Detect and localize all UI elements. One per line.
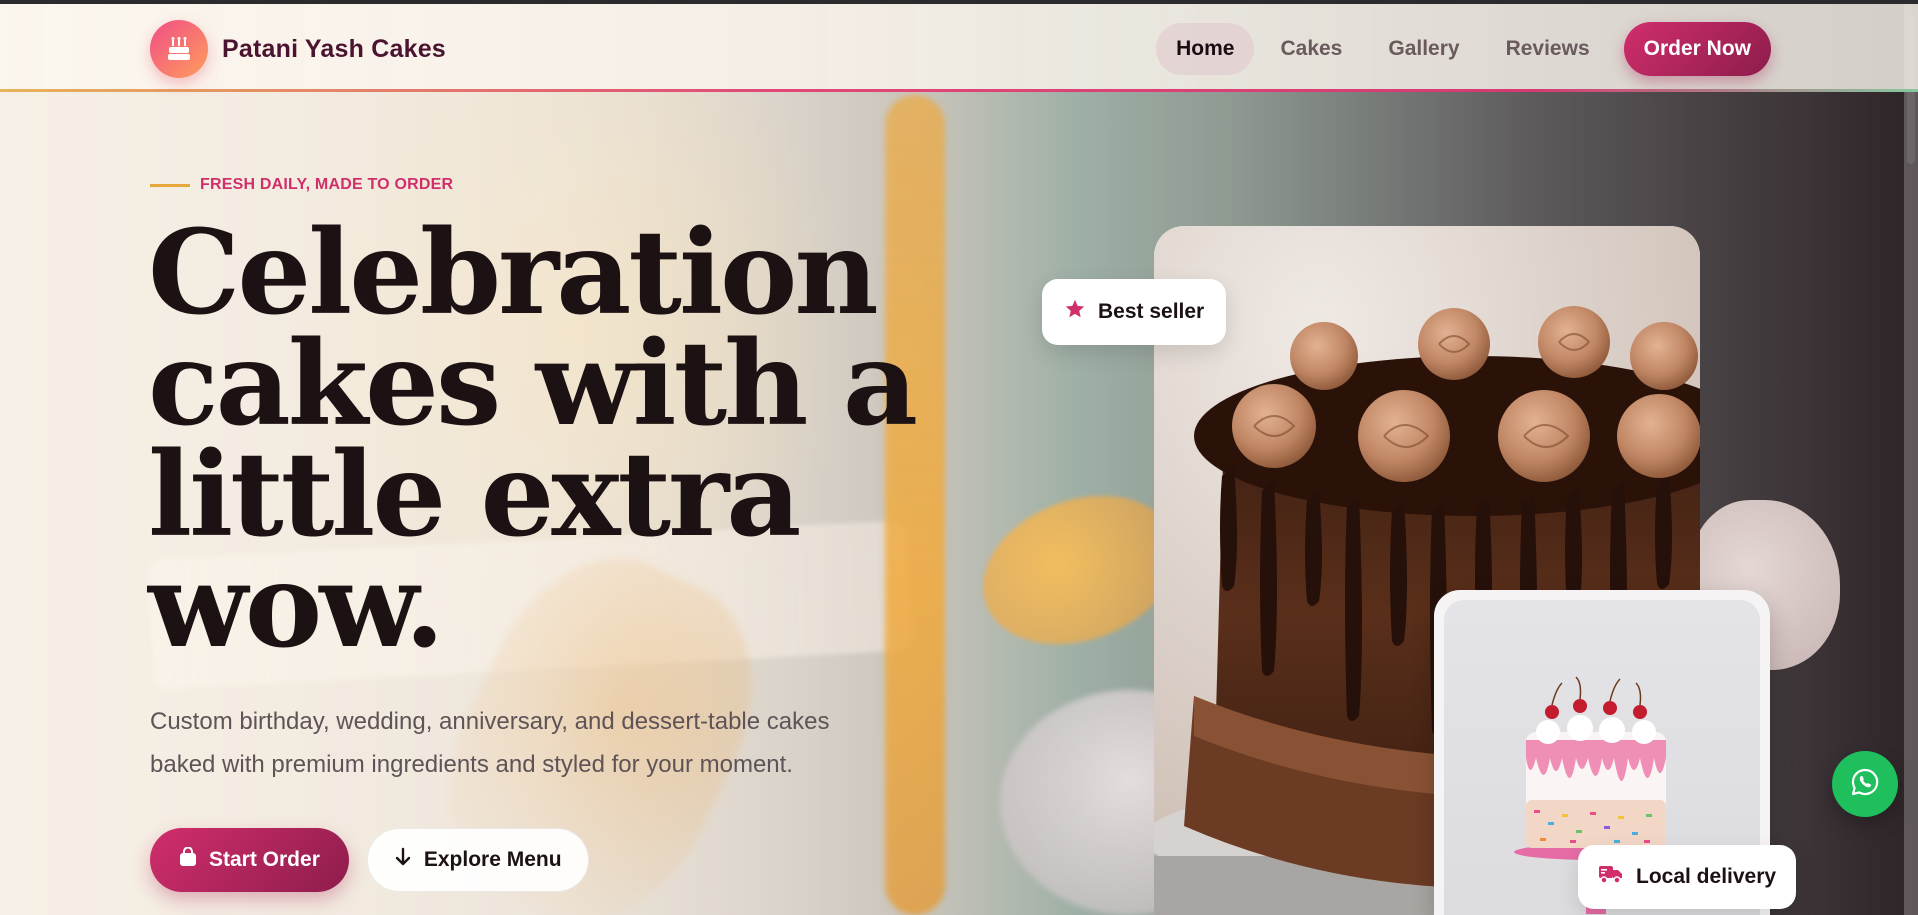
explore-menu-button[interactable]: Explore Menu [366,828,589,892]
nav-links: Home Cakes Gallery Reviews Order Now [1156,22,1771,76]
whatsapp-icon [1850,767,1880,802]
start-order-button[interactable]: Start Order [150,828,349,892]
top-navigation: Patani Yash Cakes Home Cakes Gallery Rev… [0,4,1918,92]
eyebrow-line [150,183,190,187]
hero-headline: Celebration cakes with a little extra wo… [148,205,918,674]
star-icon [1064,298,1086,326]
cake-icon [150,20,208,78]
hero-ctas: Start Order Explore Menu [150,828,589,892]
hero-eyebrow: FRESH DAILY, MADE TO ORDER [150,176,453,194]
best-seller-label: Best seller [1098,300,1205,323]
page-scrollbar[interactable] [1904,4,1918,915]
hero-subtext: Custom birthday, wedding, anniversary, a… [150,708,830,778]
eyebrow-text: FRESH DAILY, MADE TO ORDER [200,176,454,193]
local-delivery-badge: Local delivery [1578,845,1797,909]
window-top-edge [0,0,1918,4]
truck-icon [1598,863,1624,891]
brand[interactable]: Patani Yash Cakes [150,20,446,78]
local-delivery-label: Local delivery [1636,865,1777,888]
start-order-label: Start Order [209,848,320,871]
order-now-button[interactable]: Order Now [1623,22,1771,76]
explore-menu-label: Explore Menu [423,848,562,871]
nav-link-home[interactable]: Home [1156,23,1255,75]
brand-name: Patani Yash Cakes [222,34,446,63]
best-seller-badge: Best seller [1042,279,1227,345]
shopping-bag-icon [179,846,197,873]
arrow-down-icon [394,847,412,873]
whatsapp-button[interactable] [1832,751,1898,817]
nav-link-reviews[interactable]: Reviews [1486,23,1610,75]
nav-link-cakes[interactable]: Cakes [1260,23,1362,75]
nav-link-gallery[interactable]: Gallery [1368,23,1479,75]
